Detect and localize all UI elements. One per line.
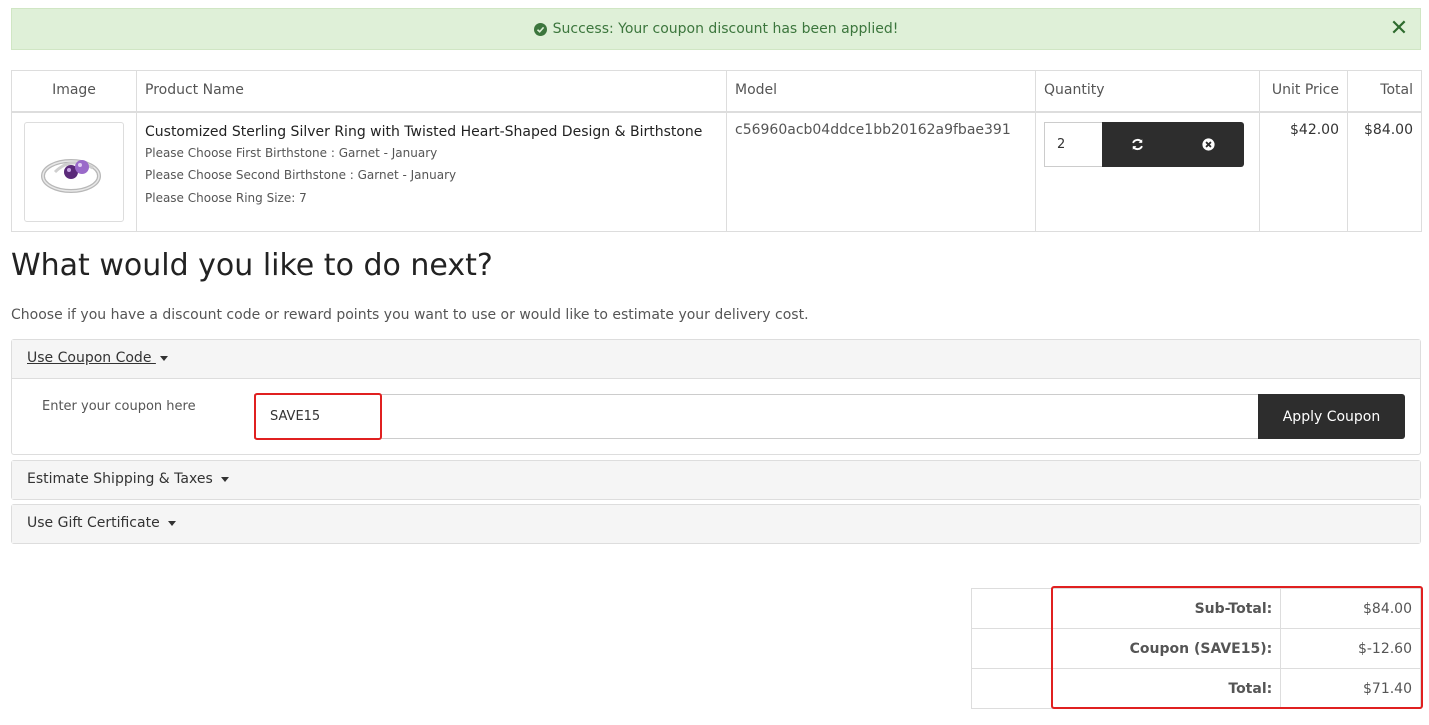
- apply-coupon-button[interactable]: Apply Coupon: [1258, 394, 1405, 439]
- next-steps-description: Choose if you have a discount code or re…: [11, 307, 809, 323]
- cart-header-row: Image Product Name Model Quantity Unit P…: [11, 70, 1422, 113]
- gift-panel: Use Gift Certificate: [11, 504, 1421, 544]
- update-quantity-button[interactable]: [1102, 121, 1173, 167]
- header-total: Total: [1347, 70, 1422, 113]
- refresh-icon: [1132, 138, 1143, 150]
- totals-row: Sub-Total: $84.00: [971, 588, 1421, 629]
- totals-row: Coupon (SAVE15): $-12.60: [971, 628, 1421, 669]
- totals-row: Total: $71.40: [971, 668, 1421, 709]
- caret-down-icon: [159, 355, 168, 361]
- caret-down-icon: [168, 520, 177, 526]
- table-row: Customized Sterling Silver Ring with Twi…: [11, 111, 1422, 232]
- unit-price: $42.00: [1259, 111, 1348, 232]
- shipping-panel-toggle[interactable]: Estimate Shipping & Taxes: [12, 461, 1420, 499]
- grand-total-label: Total:: [1050, 668, 1282, 709]
- product-model: c56960acb04ddce1bb20162a9fbae391: [735, 121, 1011, 138]
- grand-total-value: $71.40: [1280, 668, 1421, 709]
- header-product-name: Product Name: [136, 70, 727, 113]
- line-total: $84.00: [1347, 111, 1422, 232]
- page-title: What would you like to do next?: [11, 248, 493, 283]
- coupon-panel-toggle[interactable]: Use Coupon Code: [12, 340, 1420, 378]
- shipping-panel: Estimate Shipping & Taxes: [11, 460, 1421, 500]
- coupon-panel-body: Enter your coupon here Apply Coupon: [12, 378, 1420, 454]
- totals-table: Sub-Total: $84.00 Coupon (SAVE15): $-12.…: [971, 588, 1421, 709]
- product-option: Please Choose First Birthstone : Garnet …: [145, 145, 438, 160]
- alert-message: Success: Your coupon discount has been a…: [552, 21, 899, 37]
- product-name-link[interactable]: Customized Sterling Silver Ring with Twi…: [145, 122, 718, 142]
- gift-panel-title: Use Gift Certificate: [27, 515, 165, 531]
- coupon-input[interactable]: [254, 394, 1260, 439]
- coupon-discount-value: $-12.60: [1280, 628, 1421, 669]
- coupon-discount-label: Coupon (SAVE15):: [1050, 628, 1282, 669]
- subtotal-value: $84.00: [1280, 588, 1421, 629]
- product-option: Please Choose Second Birthstone : Garnet…: [145, 168, 457, 182]
- header-quantity: Quantity: [1035, 70, 1260, 113]
- header-image: Image: [11, 70, 137, 113]
- caret-down-icon: [221, 476, 230, 482]
- shipping-panel-title: Estimate Shipping & Taxes: [27, 471, 218, 487]
- quantity-input[interactable]: [1044, 121, 1102, 167]
- subtotal-label: Sub-Total:: [1050, 588, 1282, 629]
- product-thumbnail[interactable]: [24, 121, 124, 222]
- header-model: Model: [726, 70, 1036, 113]
- close-icon[interactable]: ✕: [1388, 18, 1410, 40]
- coupon-panel: Use Coupon Code Enter your coupon here A…: [11, 339, 1421, 455]
- ring-image: [41, 158, 101, 193]
- cart-table: Image Product Name Model Quantity Unit P…: [11, 70, 1422, 232]
- quantity-group: [1044, 121, 1251, 167]
- success-alert: Success: Your coupon discount has been a…: [11, 8, 1421, 50]
- product-option: Please Choose Ring Size: 7: [145, 190, 307, 205]
- header-unit-price: Unit Price: [1259, 70, 1348, 113]
- check-circle-icon: [533, 22, 547, 36]
- coupon-panel-title: Use Coupon Code: [27, 350, 156, 366]
- remove-circle-icon: [1202, 137, 1215, 151]
- gift-panel-toggle[interactable]: Use Gift Certificate: [12, 505, 1420, 543]
- coupon-label: Enter your coupon here: [42, 399, 196, 414]
- remove-item-button[interactable]: [1173, 121, 1244, 167]
